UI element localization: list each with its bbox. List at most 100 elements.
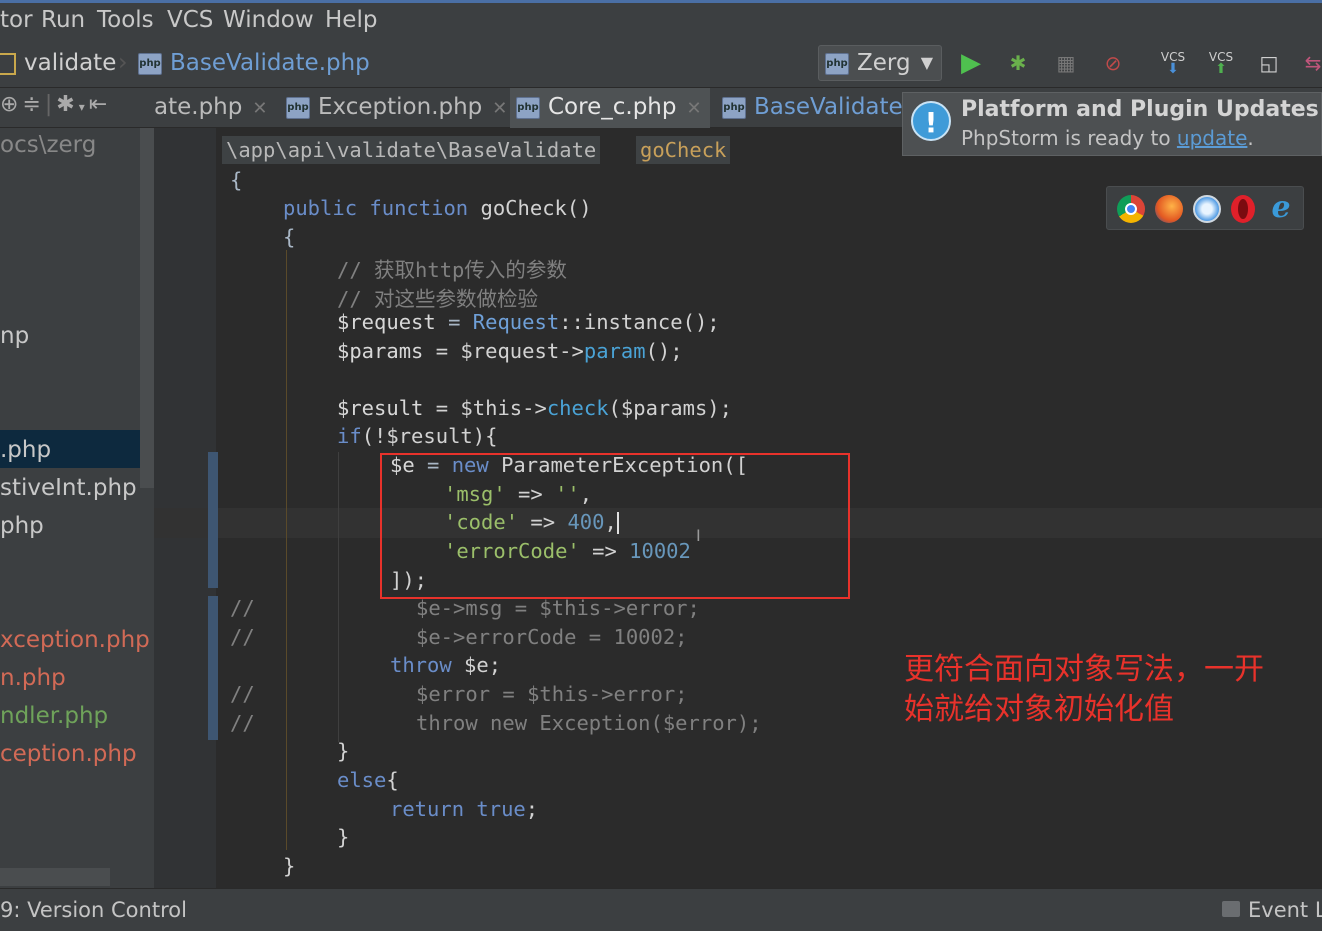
arrow-down-icon: ⬇ bbox=[1167, 61, 1179, 77]
comment-marker: // bbox=[230, 711, 255, 735]
tab-label: Exception.php bbox=[318, 94, 483, 120]
vcs-update-button[interactable]: VCS ⬇ bbox=[1158, 48, 1188, 78]
menu-tor[interactable]: tor bbox=[0, 7, 33, 33]
comment-marker: // bbox=[230, 596, 255, 620]
debug-bug-icon[interactable]: ✱ bbox=[1003, 48, 1033, 78]
code-token: ; bbox=[525, 797, 539, 821]
code-token: ($params); bbox=[608, 396, 732, 420]
comment-marker: // bbox=[230, 682, 255, 706]
notification-end: . bbox=[1247, 126, 1254, 150]
vcs-history-icon[interactable]: ◱ bbox=[1254, 48, 1284, 78]
run-config-label: Zerg bbox=[857, 50, 911, 76]
code-function-name: goCheck() bbox=[480, 196, 592, 220]
tab-label: BaseValidate.p bbox=[754, 94, 925, 120]
project-item[interactable]: php bbox=[0, 513, 44, 539]
menu-run[interactable]: Run bbox=[41, 7, 85, 33]
close-icon[interactable]: ✕ bbox=[492, 98, 507, 119]
code-comment: $e->msg = $this->error; bbox=[416, 596, 700, 620]
folder-icon bbox=[0, 52, 16, 75]
php-config-icon: php bbox=[825, 52, 849, 75]
chrome-icon[interactable] bbox=[1117, 195, 1145, 223]
annotation-line: 始就给对象初始化值 bbox=[904, 692, 1174, 727]
gear-icon[interactable]: ✱ bbox=[56, 92, 78, 117]
code-line: return true; bbox=[390, 797, 538, 821]
tab-basevalidate-php[interactable]: php BaseValidate.p bbox=[716, 88, 931, 128]
event-log-button[interactable]: Event L bbox=[1248, 898, 1322, 922]
project-item[interactable]: np bbox=[0, 323, 29, 349]
project-item[interactable]: n.php bbox=[0, 665, 66, 691]
project-scrollbar[interactable] bbox=[140, 128, 154, 488]
firefox-icon[interactable] bbox=[1155, 195, 1183, 223]
code-line: { bbox=[230, 168, 242, 192]
update-notification[interactable]: ! Platform and Plugin Updates PhpStorm i… bbox=[902, 92, 1322, 156]
notification-title: Platform and Plugin Updates bbox=[961, 97, 1319, 122]
code-token: { bbox=[230, 168, 243, 192]
editor-breadcrumb-path[interactable]: \app\api\validate\BaseValidate bbox=[222, 136, 601, 164]
code-token: = $this-> bbox=[423, 396, 547, 420]
code-keyword: throw bbox=[390, 653, 452, 677]
run-configuration-dropdown[interactable]: php Zerg ▼ bbox=[818, 45, 942, 81]
close-icon[interactable]: ✕ bbox=[686, 98, 701, 119]
php-file-icon: php bbox=[138, 52, 162, 75]
ie-icon[interactable]: e bbox=[1267, 193, 1295, 223]
menu-help[interactable]: Help bbox=[325, 7, 377, 33]
collapse-icon[interactable]: ≑ bbox=[22, 92, 44, 117]
indent-guide bbox=[338, 452, 339, 742]
run-button[interactable]: ▶ bbox=[956, 48, 986, 78]
highlight-box bbox=[380, 453, 850, 599]
stop-listening-icon[interactable]: ⊘ bbox=[1098, 48, 1128, 78]
php-file-icon: php bbox=[286, 96, 310, 119]
menu-window[interactable]: Window bbox=[223, 7, 314, 33]
tab-ate-php[interactable]: ate.php ✕ bbox=[148, 88, 273, 128]
breadcrumb-file-label: BaseValidate.php bbox=[170, 50, 370, 76]
menu-tools[interactable]: Tools bbox=[97, 7, 154, 33]
change-marker bbox=[208, 452, 218, 588]
project-item[interactable]: stiveInt.php bbox=[0, 475, 137, 501]
settings-circle-icon[interactable]: ⊕ bbox=[0, 92, 22, 117]
breadcrumb-file[interactable]: php BaseValidate.php bbox=[138, 50, 370, 76]
code-keyword: if bbox=[337, 424, 362, 448]
notification-text: PhpStorm is ready to bbox=[961, 126, 1177, 150]
code-token: (!$result){ bbox=[361, 424, 498, 448]
indent-guide bbox=[286, 250, 287, 850]
code-token: { bbox=[283, 225, 296, 249]
tab-label: ate.php bbox=[154, 94, 243, 120]
project-item[interactable]: ndler.php bbox=[0, 703, 108, 729]
code-token: $e; bbox=[451, 653, 502, 677]
coverage-icon[interactable]: ▦ bbox=[1051, 48, 1081, 78]
project-item[interactable]: ception.php bbox=[0, 741, 137, 767]
close-icon[interactable]: ✕ bbox=[252, 98, 267, 119]
update-link[interactable]: update bbox=[1177, 126, 1247, 150]
project-item[interactable]: xception.php bbox=[0, 627, 150, 653]
project-toolbar-icons: ⊕≑|✱▾⇤ bbox=[0, 92, 112, 117]
revert-icon[interactable]: ⇆ bbox=[1298, 48, 1322, 78]
project-item[interactable]: .php bbox=[0, 437, 51, 463]
hide-panel-icon[interactable]: ⇤ bbox=[89, 92, 111, 117]
code-var: $result bbox=[337, 396, 424, 420]
code-line: if(!$result){ bbox=[337, 424, 497, 448]
breadcrumb-folder[interactable]: validate bbox=[0, 50, 116, 76]
code-comment: throw new Exception($error); bbox=[416, 711, 762, 735]
vcs-commit-button[interactable]: VCS ⬆ bbox=[1206, 48, 1236, 78]
version-control-tool-button[interactable]: 9: Version Control bbox=[0, 898, 187, 922]
tab-core-c-php[interactable]: php Core_c.php ✕ bbox=[510, 88, 710, 128]
status-bar: 9: Version Control Event L bbox=[0, 888, 1322, 931]
code-comment: $e->errorCode = 10002; bbox=[416, 625, 688, 649]
editor-breadcrumb-method[interactable]: goCheck bbox=[636, 136, 731, 164]
code-line: } bbox=[337, 825, 350, 849]
menu-bar: tor Run Tools VCS Window Help bbox=[0, 0, 1322, 38]
comment-marker: // bbox=[230, 625, 255, 649]
code-token: = $request-> bbox=[423, 339, 584, 363]
code-token: (); bbox=[645, 339, 683, 363]
opera-icon[interactable] bbox=[1231, 195, 1255, 223]
code-line: } bbox=[337, 739, 350, 763]
php-file-icon: php bbox=[516, 96, 540, 119]
annotation-text: 更符合面向对象写法，一开 始就给对象初始化值 bbox=[904, 650, 1264, 730]
safari-icon[interactable] bbox=[1193, 195, 1221, 223]
horizontal-scrollbar[interactable] bbox=[0, 868, 110, 886]
code-line: public function goCheck() bbox=[283, 196, 592, 220]
code-token: ::instance(); bbox=[559, 310, 720, 334]
code-class: Request bbox=[472, 310, 560, 334]
tab-exception-php[interactable]: php Exception.php ✕ bbox=[280, 88, 513, 128]
menu-vcs[interactable]: VCS bbox=[167, 7, 213, 33]
